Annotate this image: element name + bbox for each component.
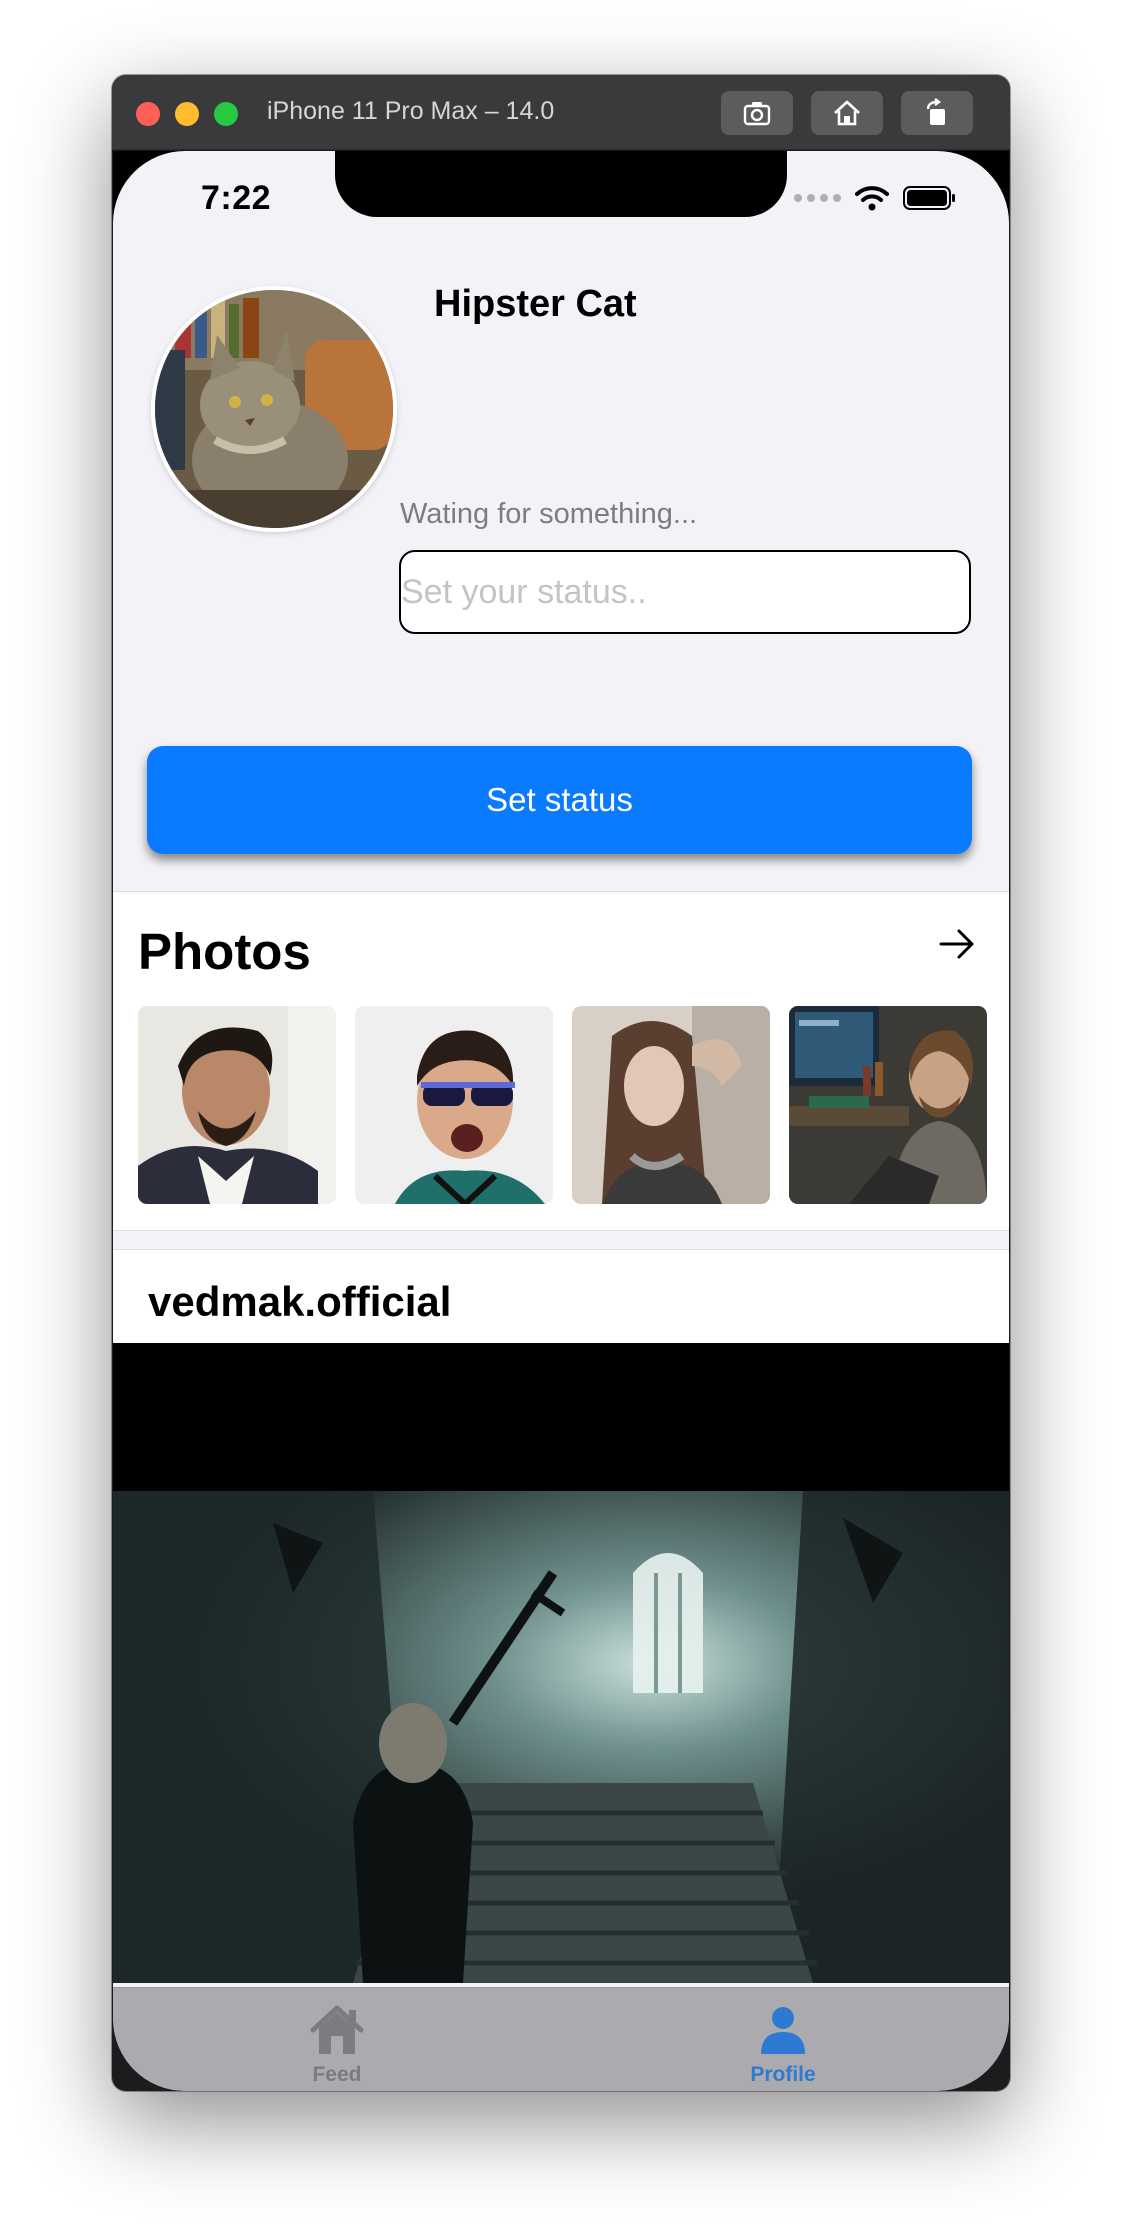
post-author[interactable]: vedmak.official <box>148 1278 451 1326</box>
photo-image <box>572 1006 770 1204</box>
cellular-signal-icon <box>794 194 841 202</box>
window-titlebar: iPhone 11 Pro Max – 14.0 <box>112 75 1010 150</box>
close-window-button[interactable] <box>136 102 160 126</box>
photos-section[interactable]: Photos <box>113 891 1009 1231</box>
post-image[interactable] <box>113 1343 1009 1983</box>
window-title: iPhone 11 Pro Max – 14.0 <box>267 97 555 125</box>
photo-image <box>789 1006 987 1204</box>
post-header: vedmak.official <box>113 1249 1009 1344</box>
profile-status: Wating for something... <box>400 498 698 530</box>
home-icon <box>834 100 860 126</box>
photos-title: Photos <box>138 923 311 980</box>
device-notch <box>335 151 787 217</box>
tab-profile[interactable]: Profile <box>723 2004 843 2087</box>
tab-feed[interactable]: Feed <box>277 2004 397 2087</box>
tab-bar: Feed Profile <box>113 1987 1009 2091</box>
set-status-button[interactable]: Set status <box>147 746 972 854</box>
post-photo <box>113 1343 1009 1983</box>
photo-image <box>138 1006 336 1204</box>
photo-thumbnail[interactable] <box>572 1006 770 1204</box>
avatar-photo <box>155 290 393 528</box>
battery-icon <box>903 186 955 210</box>
rotate-button[interactable] <box>901 91 973 135</box>
photo-thumbnail[interactable] <box>355 1006 553 1204</box>
status-time: 7:22 <box>201 179 272 217</box>
photo-thumbnail[interactable] <box>789 1006 987 1204</box>
device-screen: 7:22 Hipster Cat Wating for something...… <box>113 151 1009 2091</box>
status-indicators <box>794 185 957 211</box>
avatar[interactable] <box>151 286 397 532</box>
app-screen: 7:22 Hipster Cat Wating for something...… <box>113 151 1009 2091</box>
minimize-window-button[interactable] <box>175 102 199 126</box>
home-button[interactable] <box>811 91 883 135</box>
house-icon <box>310 2005 364 2054</box>
arrow-right-icon[interactable] <box>937 924 977 964</box>
tab-feed-label: Feed <box>312 2063 362 2086</box>
tab-profile-label: Profile <box>750 2063 816 2086</box>
person-icon <box>761 2007 805 2054</box>
simulator-window: iPhone 11 Pro Max – 14.0 7:22 Hipster Ca… <box>112 75 1010 2091</box>
screenshot-icon <box>743 102 771 126</box>
status-input[interactable] <box>399 550 971 634</box>
screenshot-button[interactable] <box>721 91 793 135</box>
photo-image <box>355 1006 553 1204</box>
photo-thumbnail[interactable] <box>138 1006 336 1204</box>
rotate-icon <box>926 98 945 125</box>
wifi-icon <box>855 186 889 211</box>
profile-name: Hipster Cat <box>434 283 637 325</box>
zoom-window-button[interactable] <box>214 102 238 126</box>
